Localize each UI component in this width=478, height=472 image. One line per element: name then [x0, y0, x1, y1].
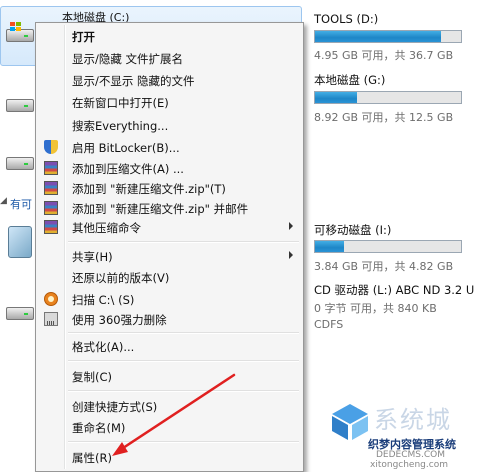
drive-space-info-g: 8.92 GB 可用，共 12.5 GB [314, 111, 454, 124]
menu-item-360-scan[interactable]: 扫描 C:\ (S) [38, 289, 301, 309]
menu-item-label: 属性(R) [72, 451, 112, 465]
menu-item-label: 复制(C) [72, 370, 113, 384]
menu-item-label: 创建快捷方式(S) [72, 400, 158, 414]
menu-item-label: 格式化(A)... [72, 340, 135, 354]
winrar-icon [44, 181, 58, 195]
menu-item-open-new-window[interactable]: 在新窗口中打开(E) [38, 92, 301, 112]
submenu-arrow-icon [289, 222, 293, 230]
drive-space-info-d: 4.95 GB 可用，共 36.7 GB [314, 49, 454, 62]
explorer-window: 本地磁盘 (C:) 有可 ◢ TOOLS (D:) 4.95 GB 可用，共 3… [0, 0, 478, 472]
menu-item-toggle-extensions[interactable]: 显示/隐藏 文件扩展名 [38, 48, 301, 68]
windows-logo-icon [10, 22, 22, 32]
drive-usage-bar-i [314, 240, 462, 253]
menu-item-label: 启用 BitLocker(B)... [72, 141, 180, 155]
menu-item-restore-versions[interactable]: 还原以前的版本(V) [38, 267, 301, 287]
menu-separator [68, 241, 299, 243]
drive-usage-bar-g [314, 91, 462, 104]
watermark-url: xitongcheng.com [370, 460, 448, 470]
menu-item-label: 添加到 "新建压缩文件.zip" 并邮件 [72, 202, 249, 216]
drive-filesystem-l: CDFS [314, 318, 344, 331]
winrar-icon [44, 161, 58, 175]
winrar-icon [44, 201, 58, 215]
menu-item-rename[interactable]: 重命名(M) [38, 417, 301, 437]
menu-item-label: 添加到压缩文件(A) ... [72, 162, 184, 176]
menu-item-label: 添加到 "新建压缩文件.zip"(T) [72, 182, 226, 196]
hard-drive-icon[interactable] [4, 150, 34, 172]
menu-item-format[interactable]: 格式化(A)... [38, 336, 301, 356]
watermark-url: DEDECMS.COM [376, 450, 445, 460]
drive-usage-bar-d [314, 30, 462, 43]
menu-item-create-shortcut[interactable]: 创建快捷方式(S) [38, 396, 301, 416]
watermark: 系统城 织梦内容管理系统 DEDECMS.COM xitongcheng.com [330, 398, 478, 472]
menu-item-label: 显示/不显示 隐藏的文件 [72, 74, 195, 88]
bitlocker-shield-icon [44, 140, 58, 154]
watermark-logo-icon [332, 404, 368, 440]
drive-space-info-l: 0 字节 可用，共 840 KB [314, 302, 437, 315]
menu-item-label: 显示/隐藏 文件扩展名 [72, 52, 184, 66]
menu-item-label: 其他压缩命令 [72, 221, 141, 235]
menu-item-search-everything[interactable]: 搜索Everything... [38, 115, 301, 135]
section-heading-text: 有可 [10, 198, 32, 211]
drive-name-d[interactable]: TOOLS (D:) [314, 12, 378, 26]
drive-name-g[interactable]: 本地磁盘 (G:) [314, 72, 385, 88]
menu-item-add-to-archive[interactable]: 添加到压缩文件(A) ... [38, 158, 301, 178]
menu-item-label: 使用 360强力删除 [72, 313, 167, 327]
menu-item-open[interactable]: 打开 [38, 26, 301, 46]
menu-item-label: 共享(H) [72, 250, 113, 264]
menu-item-copy[interactable]: 复制(C) [38, 366, 301, 386]
360-shredder-icon [44, 312, 58, 326]
context-menu: 打开 显示/隐藏 文件扩展名 显示/不显示 隐藏的文件 在新窗口中打开(E) 搜… [35, 22, 304, 472]
drive-name-i[interactable]: 可移动磁盘 (I:) [314, 222, 391, 238]
360-scan-icon [44, 292, 58, 306]
menu-separator [68, 390, 299, 392]
menu-separator [68, 332, 299, 334]
menu-item-add-to-zip-and-email[interactable]: 添加到 "新建压缩文件.zip" 并邮件 [38, 198, 301, 218]
menu-item-bitlocker[interactable]: 启用 BitLocker(B)... [38, 137, 301, 157]
drive-name-l[interactable]: CD 驱动器 (L:) ABC ND 3.2 U [314, 282, 474, 298]
menu-item-properties[interactable]: 属性(R) [38, 447, 301, 467]
hard-drive-icon[interactable] [4, 300, 34, 322]
collapse-triangle-icon[interactable]: ◢ [0, 196, 7, 206]
menu-item-label: 在新窗口中打开(E) [72, 96, 169, 110]
menu-item-label: 重命名(M) [72, 421, 126, 435]
menu-item-360-shred[interactable]: 使用 360强力删除 [38, 309, 301, 329]
menu-separator [68, 441, 299, 443]
removable-drive-icon[interactable] [4, 226, 34, 260]
menu-item-toggle-hidden-files[interactable]: 显示/不显示 隐藏的文件 [38, 70, 301, 90]
menu-item-share[interactable]: 共享(H) [38, 246, 301, 266]
watermark-text: 系统城 [374, 406, 452, 434]
system-drive-icon[interactable] [4, 22, 34, 44]
hard-drive-icon[interactable] [4, 92, 34, 114]
drive-space-info-i: 3.84 GB 可用，共 4.82 GB [314, 260, 454, 273]
submenu-arrow-icon [289, 251, 293, 259]
menu-item-label: 打开 [72, 30, 95, 44]
menu-item-label: 搜索Everything... [72, 119, 169, 133]
menu-separator [68, 360, 299, 362]
winrar-icon [44, 220, 58, 234]
menu-item-other-compress[interactable]: 其他压缩命令 [38, 217, 301, 237]
menu-item-add-to-zip[interactable]: 添加到 "新建压缩文件.zip"(T) [38, 178, 301, 198]
menu-item-label: 扫描 C:\ (S) [72, 293, 135, 307]
menu-item-label: 还原以前的版本(V) [72, 271, 170, 285]
